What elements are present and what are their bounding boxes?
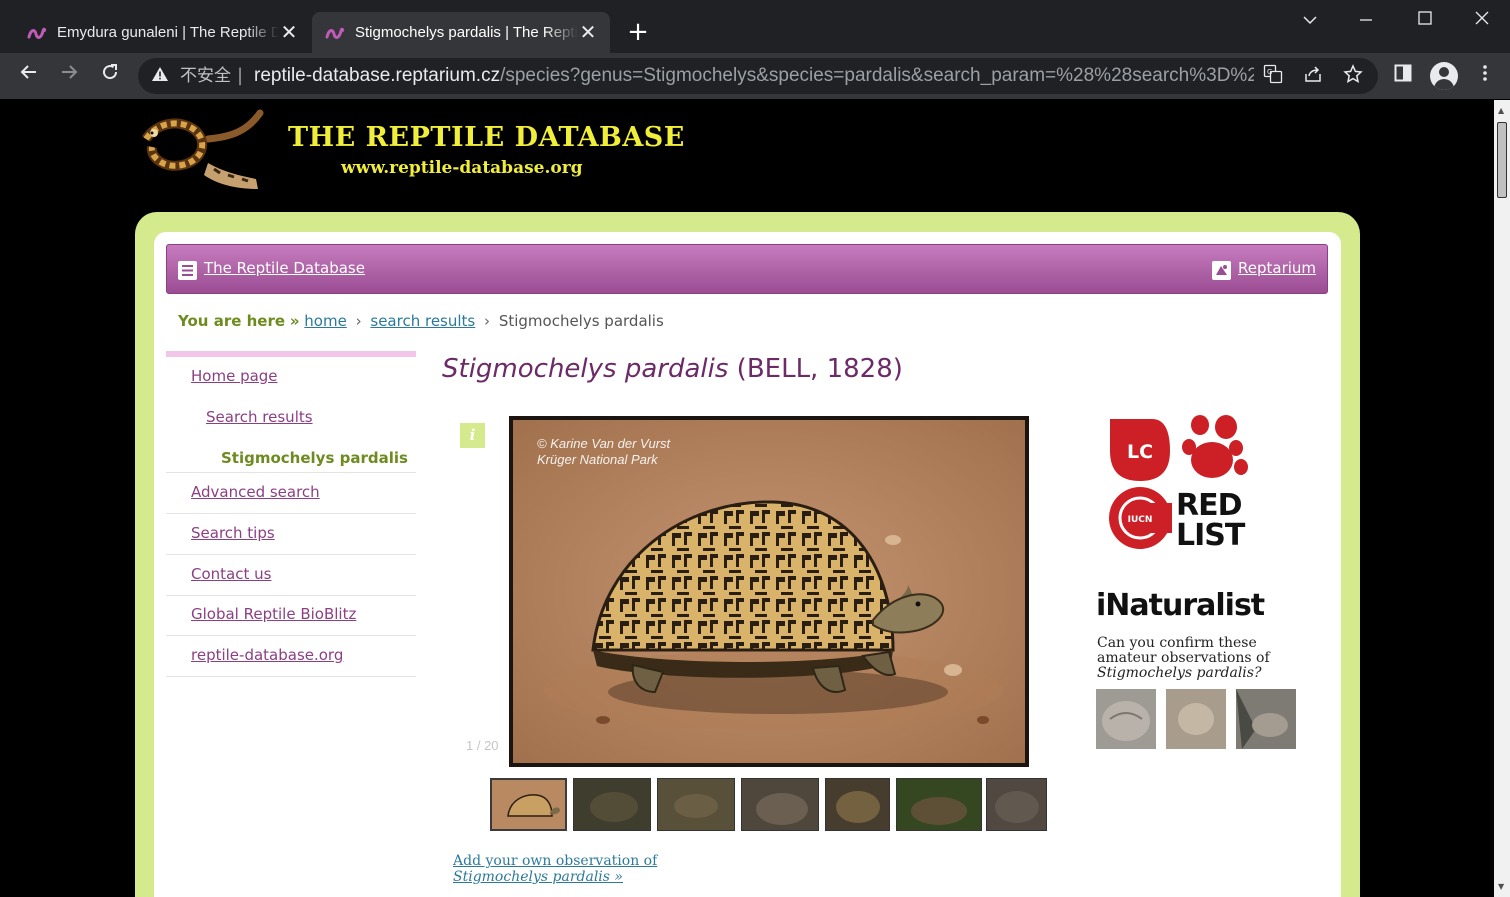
main-photo[interactable]: © Karine Van der Vurst Krüger National P… [509, 416, 1029, 767]
breadcrumb-current: Stigmochelys pardalis [498, 312, 664, 330]
breadcrumb: You are here » home › search results › S… [178, 312, 664, 330]
photo-credit: © Karine Van der Vurst Krüger National P… [537, 436, 670, 468]
thumbnail[interactable] [825, 778, 890, 831]
redlist-text-list: LIST [1176, 518, 1246, 550]
redlist-status: LC [1127, 441, 1153, 463]
inaturalist-question-line2: amateur observations of [1097, 650, 1270, 666]
species-authority: (BELL, 1828) [736, 354, 903, 384]
tab-close-icon[interactable]: ✕ [279, 20, 299, 45]
sidebar-item-contact[interactable]: Contact us [166, 555, 416, 596]
site-url: www.reptile-database.org [341, 158, 583, 178]
share-icon[interactable] [1301, 64, 1325, 88]
species-title: Stigmochelys pardalis (BELL, 1828) [442, 354, 903, 384]
breadcrumb-sep: › [355, 312, 362, 330]
nav-reptile-database-link[interactable]: The Reptile Database [204, 259, 365, 277]
tab-strip: Emydura gunaleni | The Reptile Database … [0, 0, 1510, 53]
maximize-icon[interactable] [1403, 6, 1447, 34]
sidebar-item-advanced-search[interactable]: Advanced search [166, 473, 416, 514]
scrollbar-thumb[interactable] [1497, 122, 1507, 198]
scroll-up-icon[interactable]: ▲ [1498, 106, 1504, 115]
inaturalist-question-line1: Can you confirm these [1097, 635, 1257, 651]
photo-credit-location: Krüger National Park [537, 452, 658, 467]
redlist-org: IUCN [1128, 515, 1153, 525]
sidebar-item-current: Stigmochelys pardalis [166, 439, 416, 473]
site-title: THE REPTILE DATABASE [288, 122, 685, 153]
scroll-down-icon[interactable]: ▼ [1498, 882, 1504, 891]
inaturalist-observation-thumbnail[interactable] [1236, 689, 1296, 749]
thumbnail[interactable] [490, 778, 567, 831]
page-viewport: THE REPTILE DATABASE www.reptile-databas… [1, 100, 1494, 897]
thumbnail[interactable] [573, 778, 651, 831]
photo-info-icon[interactable]: i [460, 423, 485, 448]
inaturalist-observation-thumbnail[interactable] [1096, 689, 1156, 749]
sidebar-item-label: Stigmochelys pardalis [221, 449, 408, 467]
warning-icon[interactable] [150, 66, 170, 86]
thumbnail[interactable] [657, 778, 735, 831]
breadcrumb-lead-sep: » [289, 312, 300, 330]
photo-credit-author: © Karine Van der Vurst [537, 436, 671, 451]
species-binomial: Stigmochelys pardalis [442, 354, 729, 384]
thumbnail[interactable] [896, 778, 982, 831]
sidebar-item-label[interactable]: Home page [191, 367, 278, 385]
sidebar-item-bioblitz[interactable]: Global Reptile BioBlitz [166, 595, 416, 636]
snake-favicon-icon [324, 24, 346, 42]
bookmark-star-icon[interactable] [1341, 64, 1365, 88]
menu-kebab-icon[interactable] [1472, 64, 1498, 90]
security-label[interactable]: 不安全 [180, 64, 231, 88]
profile-avatar-icon[interactable] [1430, 62, 1458, 90]
close-window-icon[interactable] [1460, 6, 1504, 34]
address-separator: | [237, 65, 244, 86]
side-panel-icon[interactable] [1390, 64, 1416, 90]
sidebar-item-search-results[interactable]: Search results [166, 398, 416, 439]
breadcrumb-search-results[interactable]: search results [370, 312, 475, 330]
photo-counter: 1 / 20 [466, 738, 499, 753]
url-host: reptile-database.reptarium.cz [254, 65, 501, 86]
reptarium-icon [1212, 261, 1231, 280]
sidebar-item-label[interactable]: reptile-database.org [191, 646, 343, 664]
tab-close-icon[interactable]: ✕ [578, 20, 598, 45]
sidebar-item-search-tips[interactable]: Search tips [166, 514, 416, 555]
sidebar-item-label[interactable]: Contact us [191, 565, 271, 583]
add-observation-species: Stigmochelys pardalis » [453, 869, 623, 885]
sidebar-item-org[interactable]: reptile-database.org [166, 636, 416, 677]
inaturalist-observation-thumbnail[interactable] [1166, 689, 1226, 749]
sidebar-item-label[interactable]: Search results [206, 408, 313, 426]
url-text[interactable]: reptile-database.reptarium.cz/species?ge… [254, 64, 1254, 88]
sidebar-item-label[interactable]: Search tips [191, 524, 275, 542]
minimize-icon[interactable] [1344, 6, 1388, 34]
sidebar-item-label[interactable]: Global Reptile BioBlitz [191, 605, 356, 623]
sidebar-item-label[interactable]: Advanced search [191, 483, 320, 501]
top-nav-bar: The Reptile Database Reptarium [166, 244, 1328, 294]
translate-icon[interactable]: G [1261, 64, 1285, 88]
forward-icon[interactable] [54, 61, 84, 91]
breadcrumb-lead: You are here [178, 312, 286, 330]
url-path: /species?genus=Stigmochelys&species=pard… [500, 65, 1254, 86]
breadcrumb-sep: › [484, 312, 491, 330]
inaturalist-question: Can you confirm these amateur observatio… [1097, 636, 1277, 681]
tab-search-icon[interactable] [1288, 6, 1332, 34]
back-icon[interactable] [14, 61, 44, 91]
snake-favicon-icon [26, 24, 48, 42]
database-icon [178, 261, 197, 280]
breadcrumb-home[interactable]: home [304, 312, 347, 330]
thumbnail[interactable] [741, 778, 819, 831]
site-logo[interactable] [138, 109, 264, 195]
add-observation-line1: Add your own observation of [453, 853, 658, 869]
tab-title: Stigmochelys pardalis | The Reptile Data… [355, 24, 578, 41]
tab-emydura[interactable]: Emydura gunaleni | The Reptile Database … [14, 12, 311, 53]
new-tab-button[interactable]: + [624, 18, 652, 46]
nav-reptarium-link[interactable]: Reptarium [1238, 259, 1316, 277]
tab-title: Emydura gunaleni | The Reptile Database [57, 24, 279, 41]
add-observation-link[interactable]: Add your own observation of Stigmochelys… [453, 853, 657, 885]
iucn-red-list-badge[interactable]: LC IUCN RED LIST [1108, 415, 1254, 553]
sidebar-item-home[interactable]: Home page [166, 357, 416, 398]
reload-icon[interactable] [95, 61, 125, 91]
thumbnail[interactable] [986, 778, 1047, 831]
page-scrollbar[interactable]: ▲ ▼ [1494, 100, 1510, 897]
inaturalist-logo[interactable]: iNaturalist [1096, 588, 1265, 623]
tab-stigmochelys[interactable]: Stigmochelys pardalis | The Reptile Data… [312, 12, 610, 53]
inaturalist-question-species: Stigmochelys pardalis? [1097, 665, 1262, 681]
svg-text:G: G [1267, 68, 1272, 76]
